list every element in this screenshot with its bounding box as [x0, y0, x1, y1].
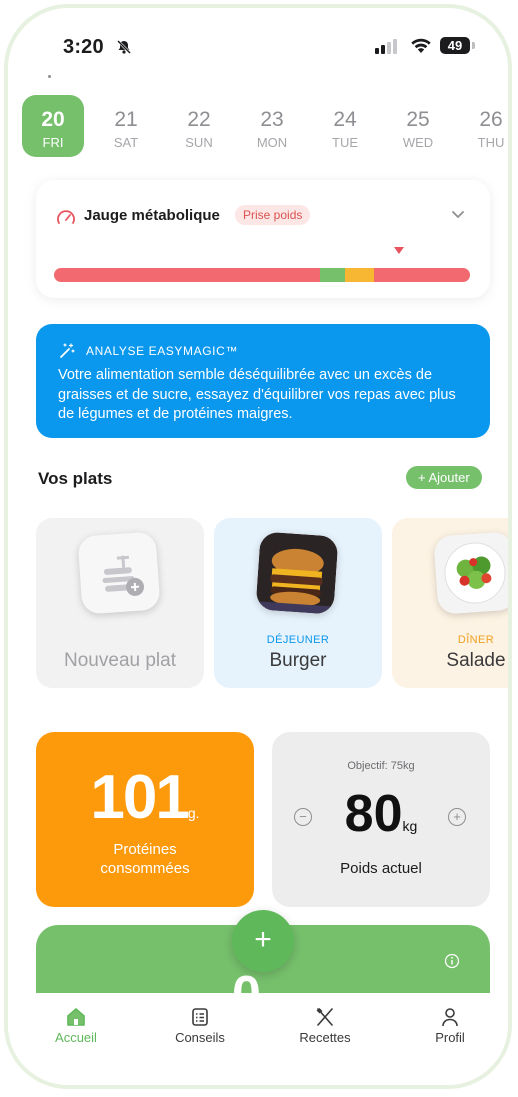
- magic-wand-icon: [60, 343, 75, 358]
- tab-recettes[interactable]: Recettes: [280, 1007, 370, 1045]
- weight-objective: Objectif: 75kg: [347, 760, 415, 772]
- plat-meal-label: DÎNER: [457, 634, 495, 646]
- info-icon[interactable]: [444, 953, 460, 969]
- gauge-segment: [320, 268, 346, 282]
- day-weekday: THU: [477, 135, 505, 150]
- utensils-icon: [316, 1008, 333, 1026]
- day-weekday: TUE: [332, 135, 358, 150]
- plat-name: Salade: [446, 650, 506, 671]
- user-icon: [442, 1008, 458, 1027]
- day-weekday: MON: [256, 135, 288, 150]
- day-item-21[interactable]: 21 SAT: [95, 95, 157, 157]
- gauge-bar: [54, 268, 470, 282]
- status-bar: 3:20 49: [8, 8, 508, 88]
- plat-name: Burger: [269, 650, 327, 671]
- day-item-25[interactable]: 25 WED: [387, 95, 449, 157]
- day-number: 20: [41, 108, 65, 131]
- day-item-22[interactable]: 22 SUN: [168, 95, 230, 157]
- day-number: 25: [406, 108, 430, 131]
- proteins-card[interactable]: 101g. Protéines consommées: [36, 732, 254, 907]
- weight-label: Poids actuel: [340, 860, 422, 877]
- metabolic-gauge-card[interactable]: Jauge métabolique Prise poids: [36, 180, 490, 298]
- day-number: 23: [260, 108, 284, 131]
- plat-card-new[interactable]: Nouveau plat: [36, 518, 204, 688]
- day-number: 26: [479, 108, 503, 131]
- weight-value: 80: [344, 785, 403, 843]
- plat-new-thumb: [77, 531, 161, 615]
- tab-profil[interactable]: Profil: [405, 1007, 495, 1045]
- battery-indicator: 49: [440, 37, 470, 54]
- weight-unit: kg: [402, 818, 418, 834]
- day-number: 22: [187, 108, 211, 131]
- gauge-segment: [54, 268, 321, 282]
- burger-photo: [255, 531, 339, 615]
- signal-icon: [375, 39, 397, 54]
- plats-section-title: Vos plats: [38, 469, 113, 488]
- battery-tip: [472, 42, 475, 49]
- day-selector: 20 FRI 21 SAT 22 SUN 23 MON 24 TUE 25 WE…: [22, 95, 508, 165]
- easymagic-analysis-card: ANALYSE EASYMAGIC™ Votre alimentation se…: [36, 324, 490, 438]
- analysis-title: ANALYSE EASYMAGIC™: [86, 344, 238, 358]
- proteins-label-line2: consommées: [100, 860, 190, 877]
- tab-label: Profil: [435, 1030, 465, 1045]
- analysis-text: Votre alimentation semble déséquilibrée …: [58, 367, 456, 422]
- chevron-down-icon[interactable]: [450, 208, 466, 222]
- salad-image: [433, 531, 508, 615]
- gauge-icon: [57, 210, 75, 224]
- list-icon: [192, 1008, 208, 1026]
- tab-conseils[interactable]: Conseils: [155, 1007, 245, 1045]
- add-plat-button[interactable]: + Ajouter: [406, 466, 482, 489]
- tab-accueil[interactable]: Accueil: [31, 1007, 121, 1045]
- status-time: 3:20: [63, 36, 104, 58]
- tab-bar: Accueil Conseils Recettes Profil: [8, 993, 508, 1085]
- day-weekday: SAT: [113, 135, 139, 150]
- salad-photo: [433, 531, 508, 615]
- plus-circle-icon[interactable]: +: [448, 808, 466, 826]
- proteins-label: Protéines consommées: [36, 840, 254, 878]
- day-weekday: FRI: [42, 135, 64, 150]
- wifi-icon: [411, 38, 431, 53]
- day-item-20[interactable]: 20 FRI: [22, 95, 84, 157]
- plat-card-burger[interactable]: DÉJEUNER Burger: [214, 518, 382, 688]
- home-icon: [67, 1008, 85, 1026]
- burger-add-icon: [102, 555, 145, 596]
- day-item-23[interactable]: 23 MON: [241, 95, 303, 157]
- weight-card: Objectif: 75kg − 80kg + Poids actuel: [272, 732, 490, 907]
- scroll-dot: [48, 75, 51, 78]
- proteins-value: 101: [90, 763, 189, 832]
- plat-meal-label: DÉJEUNER: [266, 634, 330, 646]
- gauge-segment: [374, 268, 470, 282]
- gauge-segment: [345, 268, 375, 282]
- tab-label: Conseils: [175, 1030, 225, 1045]
- tab-label: Recettes: [299, 1030, 351, 1045]
- burger-image: [255, 531, 339, 615]
- phone-frame: 3:20 49 20 FRI 21 SAT 22 SUN 23 MON 24 T…: [4, 4, 512, 1089]
- day-number: 21: [114, 108, 138, 131]
- gauge-marker: [394, 247, 405, 254]
- proteins-unit: g.: [187, 805, 200, 821]
- add-fab-button[interactable]: +: [232, 910, 294, 972]
- day-item-24[interactable]: 24 TUE: [314, 95, 376, 157]
- day-weekday: WED: [402, 135, 434, 150]
- plat-name: Nouveau plat: [64, 650, 176, 671]
- proteins-value-wrap: 101g.: [36, 762, 254, 833]
- day-weekday: SUN: [185, 135, 213, 150]
- plat-card-salade[interactable]: DÎNER Salade: [392, 518, 508, 688]
- day-number: 24: [333, 108, 357, 131]
- tab-label: Accueil: [55, 1030, 97, 1045]
- gauge-status-badge: Prise poids: [235, 205, 311, 225]
- day-item-26[interactable]: 26 THU: [460, 95, 508, 157]
- proteins-label-line1: Protéines: [113, 841, 177, 858]
- gauge-title: Jauge métabolique: [84, 207, 220, 224]
- bell-muted-icon: [117, 40, 131, 54]
